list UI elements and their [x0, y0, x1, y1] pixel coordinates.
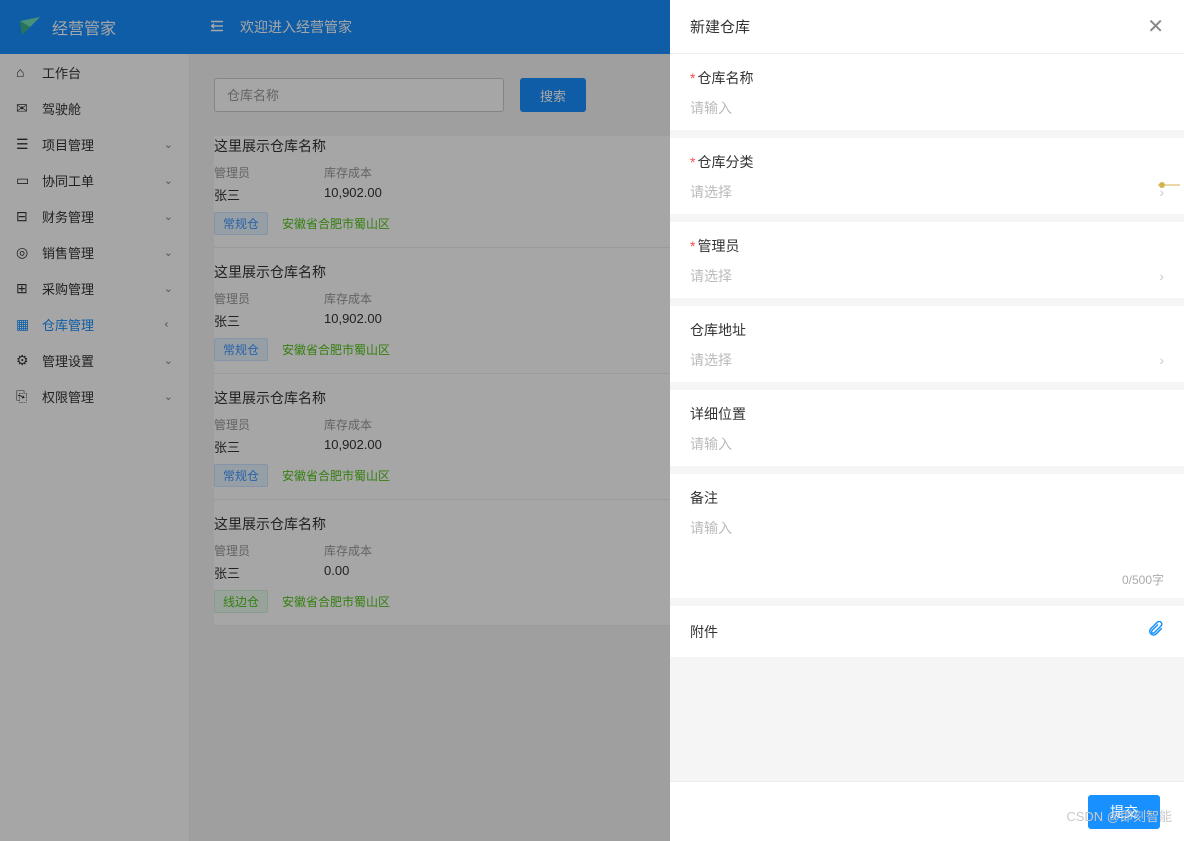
category-placeholder: 请选择 — [690, 182, 732, 202]
field-category[interactable]: *仓库分类 请选择› — [670, 138, 1184, 214]
create-warehouse-drawer: 新建仓库 ✕ *仓库名称 请输入 *仓库分类 请选择› *管理员 请选择› 仓库… — [670, 0, 1184, 841]
char-count: 0/500字 — [1122, 571, 1164, 588]
field-manager[interactable]: *管理员 请选择› — [670, 222, 1184, 298]
close-icon[interactable]: ✕ — [1147, 14, 1164, 39]
name-input-placeholder: 请输入 — [690, 98, 732, 118]
field-attachment[interactable]: 附件 — [670, 606, 1184, 657]
drawer-footer: 提交 — [670, 781, 1184, 841]
drawer-header: 新建仓库 ✕ — [670, 0, 1184, 54]
annotation-connector-icon — [1158, 178, 1184, 192]
field-detail[interactable]: 详细位置 请输入 — [670, 390, 1184, 466]
remark-placeholder: 请输入 — [690, 518, 732, 538]
chevron-right-icon: › — [1159, 268, 1164, 284]
detail-placeholder: 请输入 — [690, 434, 732, 454]
manager-placeholder: 请选择 — [690, 266, 732, 286]
address-placeholder: 请选择 — [690, 350, 732, 370]
field-name[interactable]: *仓库名称 请输入 — [670, 54, 1184, 130]
chevron-right-icon: › — [1159, 352, 1164, 368]
field-remark[interactable]: 备注 请输入 0/500字 — [670, 474, 1184, 598]
submit-button[interactable]: 提交 — [1088, 795, 1160, 829]
field-address[interactable]: 仓库地址 请选择› — [670, 306, 1184, 382]
drawer-title: 新建仓库 — [690, 16, 750, 37]
drawer-body: *仓库名称 请输入 *仓库分类 请选择› *管理员 请选择› 仓库地址 请选择›… — [670, 54, 1184, 781]
paperclip-icon[interactable] — [1146, 620, 1164, 643]
drawer-spacer — [670, 665, 1184, 781]
